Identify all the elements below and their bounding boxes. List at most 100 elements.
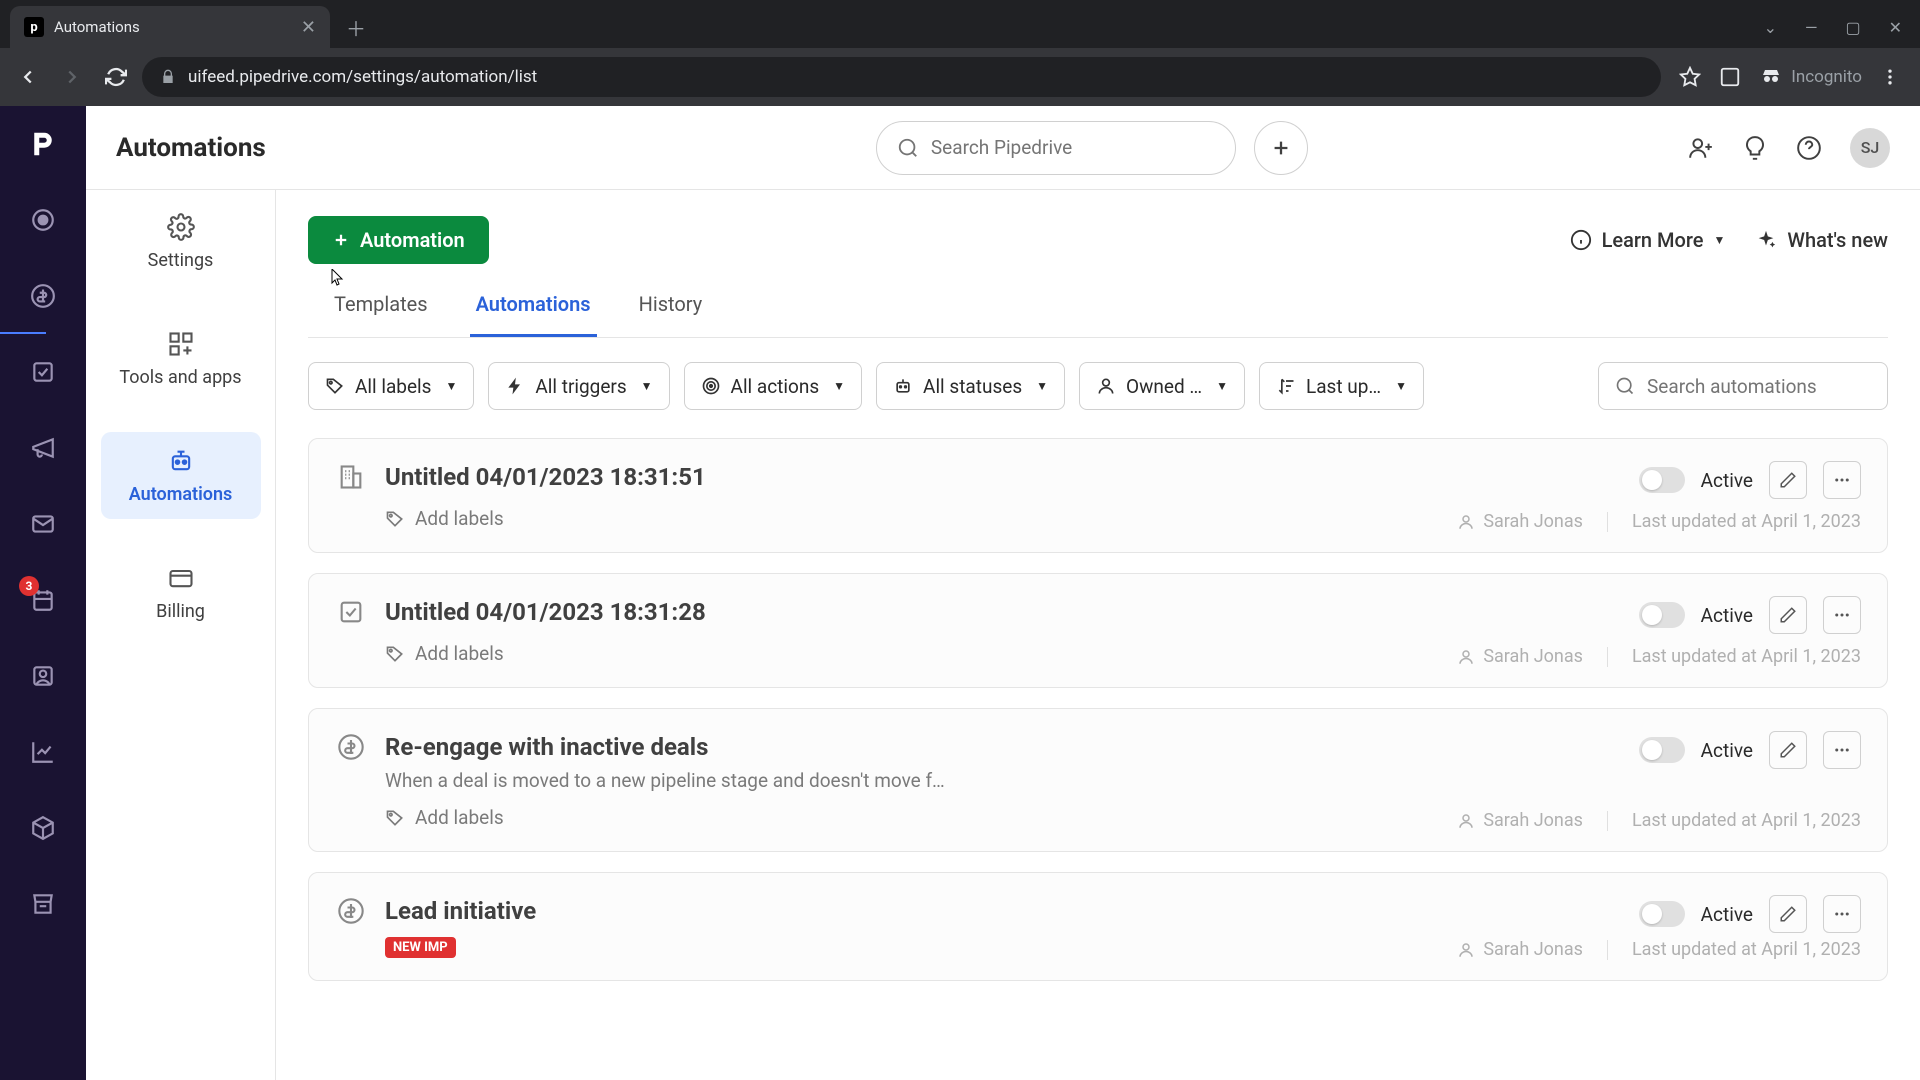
- star-icon[interactable]: [1679, 66, 1701, 88]
- filter-owned[interactable]: Owned …▼: [1079, 362, 1245, 410]
- automation-search-input[interactable]: Search automations: [1598, 362, 1888, 410]
- learn-more-button[interactable]: Learn More ▼: [1570, 228, 1726, 252]
- app-logo-icon[interactable]: [23, 124, 63, 164]
- maximize-icon[interactable]: ▢: [1845, 18, 1860, 37]
- active-label: Active: [1701, 903, 1753, 926]
- nav-campaigns-icon[interactable]: [23, 428, 63, 468]
- quick-add-button[interactable]: [1254, 121, 1308, 175]
- url-text: uifeed.pipedrive.com/settings/automation…: [188, 67, 537, 87]
- automation-card[interactable]: Untitled 04/01/2023 18:31:28 Add labels …: [308, 573, 1888, 688]
- building-icon: [335, 461, 367, 493]
- sort-button[interactable]: Last up…▼: [1259, 362, 1424, 410]
- tab-title: Automations: [54, 18, 140, 36]
- sidebar-item-label: Settings: [148, 250, 214, 271]
- robot-icon: [166, 446, 196, 476]
- page-title: Automations: [116, 133, 266, 163]
- active-toggle[interactable]: [1639, 467, 1685, 493]
- active-label: Active: [1701, 469, 1753, 492]
- edit-button[interactable]: [1769, 895, 1807, 933]
- new-automation-button[interactable]: Automation: [308, 216, 489, 264]
- edit-button[interactable]: [1769, 461, 1807, 499]
- whats-new-button[interactable]: What's new: [1755, 228, 1888, 252]
- automation-badge: NEW IMP: [385, 937, 456, 958]
- close-window-icon[interactable]: ✕: [1889, 18, 1902, 37]
- invite-icon[interactable]: [1688, 135, 1714, 161]
- more-button[interactable]: [1823, 596, 1861, 634]
- nav-activities-icon[interactable]: 3: [23, 580, 63, 620]
- filter-actions[interactable]: All actions▼: [684, 362, 863, 410]
- settings-sidebar: Settings Tools and apps Automations Bill…: [86, 106, 276, 1080]
- tab-templates[interactable]: Templates: [328, 292, 434, 337]
- forward-button[interactable]: [54, 59, 90, 95]
- check-icon: [335, 596, 367, 628]
- chevron-down-icon[interactable]: ⌄: [1764, 18, 1777, 37]
- help-icon[interactable]: [1796, 135, 1822, 161]
- sidebar-item-settings[interactable]: Settings: [101, 198, 261, 285]
- minimize-icon[interactable]: —: [1805, 18, 1818, 37]
- sidebar-item-tools[interactable]: Tools and apps: [101, 315, 261, 402]
- edit-button[interactable]: [1769, 596, 1807, 634]
- active-label: Active: [1701, 604, 1753, 627]
- nav-insights-icon[interactable]: [23, 732, 63, 772]
- nav-mail-icon[interactable]: [23, 504, 63, 544]
- close-tab-icon[interactable]: ✕: [301, 17, 316, 38]
- dollar-icon: [335, 731, 367, 763]
- filter-triggers[interactable]: All triggers▼: [488, 362, 669, 410]
- active-toggle[interactable]: [1639, 737, 1685, 763]
- reload-button[interactable]: [98, 59, 134, 95]
- search-icon: [897, 137, 919, 159]
- nav-contacts-icon[interactable]: [23, 656, 63, 696]
- nav-marketplace-icon[interactable]: [23, 884, 63, 924]
- nav-deals-icon[interactable]: [23, 276, 63, 316]
- updated-label: Last updated at April 1, 2023: [1632, 511, 1861, 532]
- nav-projects-icon[interactable]: [23, 352, 63, 392]
- back-button[interactable]: [10, 59, 46, 95]
- user-avatar[interactable]: SJ: [1850, 128, 1890, 168]
- edit-button[interactable]: [1769, 731, 1807, 769]
- sparkle-icon: [1755, 229, 1777, 251]
- sidebar-item-automations[interactable]: Automations: [101, 432, 261, 519]
- tabs: Templates Automations History: [308, 292, 1888, 338]
- info-icon: [1570, 229, 1592, 251]
- automation-title: Lead initiative: [385, 897, 536, 925]
- menu-icon[interactable]: [1880, 67, 1900, 87]
- automation-list: Untitled 04/01/2023 18:31:51 Add labels …: [308, 438, 1888, 981]
- automation-card[interactable]: Re-engage with inactive deals When a dea…: [308, 708, 1888, 852]
- tab-automations[interactable]: Automations: [470, 292, 597, 337]
- nav-products-icon[interactable]: [23, 808, 63, 848]
- automation-card[interactable]: Untitled 04/01/2023 18:31:51 Add labels …: [308, 438, 1888, 553]
- automation-title: Re-engage with inactive deals: [385, 733, 708, 761]
- browser-tab[interactable]: p Automations ✕: [10, 6, 330, 48]
- assistant-icon[interactable]: [1742, 135, 1768, 161]
- more-button[interactable]: [1823, 461, 1861, 499]
- incognito-badge: Incognito: [1759, 65, 1862, 89]
- active-label: Active: [1701, 739, 1753, 762]
- main-content: Automations Search Pipedrive SJ Automati…: [276, 106, 1920, 1080]
- filter-labels[interactable]: All labels▼: [308, 362, 474, 410]
- address-bar[interactable]: uifeed.pipedrive.com/settings/automation…: [142, 57, 1661, 97]
- topbar: Automations Search Pipedrive SJ: [86, 106, 1920, 190]
- card-icon: [166, 563, 196, 593]
- active-toggle[interactable]: [1639, 602, 1685, 628]
- global-search-input[interactable]: Search Pipedrive: [876, 121, 1236, 175]
- favicon-icon: p: [24, 17, 44, 37]
- more-button[interactable]: [1823, 895, 1861, 933]
- dollar-icon: [335, 895, 367, 927]
- extensions-icon[interactable]: [1719, 66, 1741, 88]
- filter-bar: All labels▼ All triggers▼ All actions▼ A…: [308, 362, 1888, 410]
- active-toggle[interactable]: [1639, 901, 1685, 927]
- more-button[interactable]: [1823, 731, 1861, 769]
- tools-icon: [166, 329, 196, 359]
- sidebar-item-label: Billing: [156, 601, 205, 622]
- automation-title: Untitled 04/01/2023 18:31:51: [385, 463, 706, 491]
- gear-icon: [166, 212, 196, 242]
- filter-statuses[interactable]: All statuses▼: [876, 362, 1065, 410]
- new-tab-button[interactable]: ＋: [330, 6, 382, 48]
- nav-focus-icon[interactable]: [23, 200, 63, 240]
- tab-history[interactable]: History: [633, 292, 709, 337]
- automation-card[interactable]: Lead initiative NEW IMP Active Sarah Jon…: [308, 872, 1888, 981]
- updated-label: Last updated at April 1, 2023: [1632, 646, 1861, 667]
- sidebar-item-billing[interactable]: Billing: [101, 549, 261, 636]
- owner-label: Sarah Jonas: [1457, 939, 1583, 960]
- automation-desc: When a deal is moved to a new pipeline s…: [385, 769, 1861, 792]
